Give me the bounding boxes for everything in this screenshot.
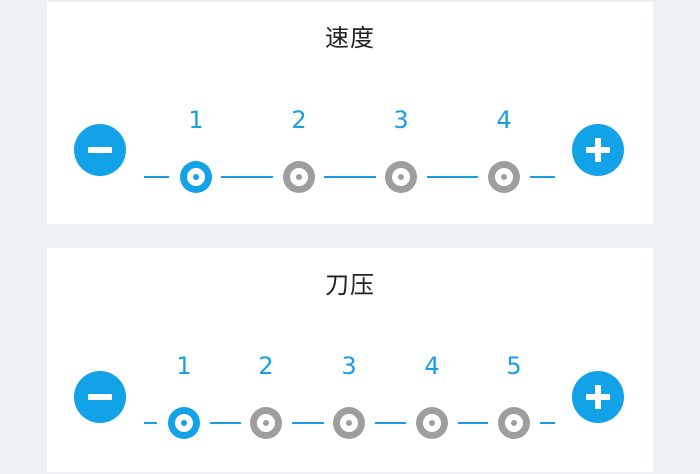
speed-step-3-radio[interactable] xyxy=(385,161,417,193)
pressure-step-label-1: 1 xyxy=(176,352,192,380)
pressure-step-2-radio[interactable] xyxy=(250,407,282,439)
speed-step-label-1: 1 xyxy=(188,106,204,134)
pressure-step-label-2: 2 xyxy=(258,352,274,380)
pressure-track-segment xyxy=(540,422,555,424)
speed-step-label-3: 3 xyxy=(393,106,409,134)
pressure-track-segment xyxy=(144,422,157,424)
pressure-increase-button[interactable] xyxy=(572,371,624,423)
speed-step-label-4: 4 xyxy=(496,106,512,134)
pressure-step-label-3: 3 xyxy=(341,352,357,380)
speed-card: 速度 1 2 3 4 xyxy=(47,2,653,224)
speed-step-4-radio[interactable] xyxy=(488,161,520,193)
pressure-track-segment xyxy=(210,422,241,424)
pressure-step-5-radio[interactable] xyxy=(498,407,530,439)
speed-decrease-button[interactable] xyxy=(74,124,126,176)
pressure-decrease-button[interactable] xyxy=(74,371,126,423)
pressure-track-segment xyxy=(292,422,324,424)
pressure-card: 刀压 1 2 3 4 5 xyxy=(47,248,653,472)
pressure-step-label-4: 4 xyxy=(424,352,440,380)
speed-track-segment xyxy=(324,176,376,178)
pressure-step-1-radio[interactable] xyxy=(168,407,200,439)
pressure-step-4-radio[interactable] xyxy=(416,407,448,439)
speed-step-2-radio[interactable] xyxy=(283,161,315,193)
speed-step-1-radio[interactable] xyxy=(180,161,212,193)
speed-step-label-2: 2 xyxy=(291,106,307,134)
speed-track-segment xyxy=(427,176,478,178)
pressure-title: 刀压 xyxy=(325,271,375,299)
speed-track-segment xyxy=(530,176,555,178)
pressure-track-segment xyxy=(375,422,406,424)
minus-icon xyxy=(88,147,112,153)
speed-title: 速度 xyxy=(325,24,375,52)
speed-increase-button[interactable] xyxy=(572,124,624,176)
minus-icon xyxy=(88,394,112,400)
pressure-step-3-radio[interactable] xyxy=(333,407,365,439)
speed-track-segment xyxy=(221,176,273,178)
speed-track-segment xyxy=(144,176,169,178)
pressure-track-segment xyxy=(458,422,488,424)
pressure-step-label-5: 5 xyxy=(506,352,522,380)
